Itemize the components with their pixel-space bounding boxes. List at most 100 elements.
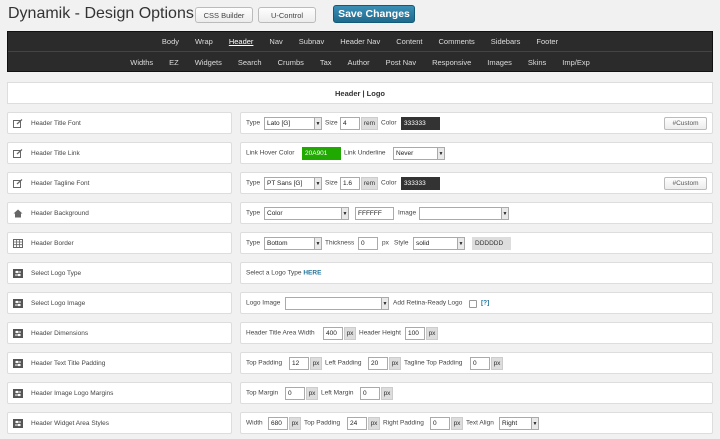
tagline-font-size-input[interactable]: 1.6 [340,177,360,190]
settings-icon [13,418,23,428]
top-padding-input[interactable]: 12 [289,357,309,370]
row-label-text: Header Image Logo Margins [31,389,114,397]
nav-item-images[interactable]: Images [479,58,520,67]
row-label-text-padding: Header Text Title Padding [7,352,232,374]
widget-top-padding-unit: px [368,417,380,430]
nav-item-sidebars[interactable]: Sidebars [483,37,529,46]
nav-item-footer[interactable]: Footer [528,37,566,46]
logo-image-label: Logo Image [246,299,281,307]
nav-item-responsive[interactable]: Responsive [424,58,479,67]
link-hover-label: Link Hover Color [246,149,295,157]
nav-item-body[interactable]: Body [154,37,187,46]
settings-icon [13,388,23,398]
row-panel-text-padding: Top Padding 12 px Left Padding 20 px Tag… [240,352,713,374]
type-label: Type [246,119,261,127]
row-label-text: Header Text Title Padding [31,359,106,367]
logo-image-select[interactable]: ▼ [285,297,389,310]
widget-width-unit: px [289,417,301,430]
text-align-label: Text Align [466,419,494,427]
save-changes-button[interactable]: Save Changes [333,5,415,23]
nav-item-widths[interactable]: Widths [122,58,161,67]
left-padding-input[interactable]: 20 [368,357,388,370]
title-area-width-input[interactable]: 400 [323,327,343,340]
header-height-input[interactable]: 100 [405,327,425,340]
image-label: Image [398,209,417,217]
chevron-down-icon: ▼ [314,178,321,189]
row-label-text: Header Title Link [31,149,80,157]
left-margin-input[interactable]: 0 [360,387,380,400]
nav-item-comments[interactable]: Comments [431,37,483,46]
logo-type-prompt: Select a Logo Type HERE [246,270,321,277]
edit-icon [13,148,23,158]
text-align-select[interactable]: Right ▼ [499,417,539,430]
settings-icon [13,298,23,308]
tagline-font-custom-button[interactable]: #Custom [664,177,707,190]
settings-icon [13,328,23,338]
link-hover-color-swatch[interactable]: 20A901 [302,147,341,160]
nav-item-widgets[interactable]: Widgets [187,58,230,67]
chevron-down-icon: ▼ [457,238,464,249]
left-margin-label: Left Margin [321,389,354,397]
nav-item-post-nav[interactable]: Post Nav [378,58,424,67]
nav-item-header-nav[interactable]: Header Nav [332,37,388,46]
right-padding-label: Right Padding [383,419,424,427]
widget-top-padding-input[interactable]: 24 [347,417,367,430]
title-font-color-swatch[interactable]: 333333 [401,117,440,130]
css-builder-button[interactable]: CSS Builder [195,7,253,23]
nav-item-tax[interactable]: Tax [312,58,340,67]
size-label: Size [325,119,338,127]
widget-right-padding-unit: px [451,417,463,430]
nav-item-author[interactable]: Author [340,58,378,67]
type-label: Type [246,239,261,247]
left-margin-unit: px [381,387,393,400]
nav-row-primary: Body Wrap Header Nav Subnav Header Nav C… [8,32,712,52]
row-label-title-link: Header Title Link [7,142,232,164]
nav-item-crumbs[interactable]: Crumbs [270,58,312,67]
tagline-padding-input[interactable]: 0 [470,357,490,370]
nav-item-wrap[interactable]: Wrap [187,37,221,46]
row-label-text: Select Logo Type [31,269,82,277]
top-margin-input[interactable]: 0 [285,387,305,400]
nav-item-subnav[interactable]: Subnav [291,37,332,46]
widget-right-padding-input[interactable]: 0 [430,417,450,430]
top-margin-unit: px [306,387,318,400]
logo-type-link[interactable]: HERE [303,270,321,277]
edit-icon [13,178,23,188]
row-panel-tagline-font: Type PT Sans [G] ▼ Size 1.6 rem Color 333… [240,172,713,194]
nav-item-ez[interactable]: EZ [161,58,187,67]
row-panel-title-link: Link Hover Color 20A901 Link Underline N… [240,142,713,164]
row-panel-background: Type Color ▼ FFFFFF Image ▼ [240,202,713,224]
border-thickness-input[interactable]: 0 [358,237,378,250]
nav-item-search[interactable]: Search [230,58,270,67]
background-image-select[interactable]: ▼ [419,207,509,220]
nav-item-header[interactable]: Header [221,37,262,46]
link-underline-select[interactable]: Never ▼ [393,147,445,160]
border-style-select[interactable]: solid ▼ [413,237,465,250]
title-font-size-input[interactable]: 4 [340,117,360,130]
background-type-select[interactable]: Color ▼ [264,207,349,220]
color-label: Color [381,119,397,127]
border-color-swatch[interactable]: DDDDDD [472,237,511,250]
title-font-type-select[interactable]: Lato [G] ▼ [264,117,322,130]
nav-item-skins[interactable]: Skins [520,58,554,67]
u-control-button[interactable]: U-Control [258,7,316,23]
tagline-font-type-select[interactable]: PT Sans [G] ▼ [264,177,322,190]
tagline-font-color-swatch[interactable]: 333333 [401,177,440,190]
nav-item-content[interactable]: Content [388,37,430,46]
row-label-text: Header Border [31,239,74,247]
help-link[interactable]: [?] [481,300,489,307]
border-type-select[interactable]: Bottom ▼ [264,237,322,250]
chevron-down-icon: ▼ [531,418,538,429]
nav-item-nav[interactable]: Nav [261,37,290,46]
row-panel-logo-image: Logo Image ▼ Add Retina-Ready Logo [?] [240,292,713,314]
title-font-custom-button[interactable]: #Custom [664,117,707,130]
row-panel-widget-area: Width 680 px Top Padding 24 px Right Pad… [240,412,713,434]
row-label-widget-area: Header Widget Area Styles [7,412,232,434]
background-color-input[interactable]: FFFFFF [355,207,394,220]
settings-icon [13,268,23,278]
nav-item-imp-exp[interactable]: Imp/Exp [554,58,598,67]
widget-width-input[interactable]: 680 [268,417,288,430]
width-label: Header Title Area Width [246,329,315,337]
retina-checkbox[interactable] [469,300,477,308]
style-label: Style [394,239,409,247]
